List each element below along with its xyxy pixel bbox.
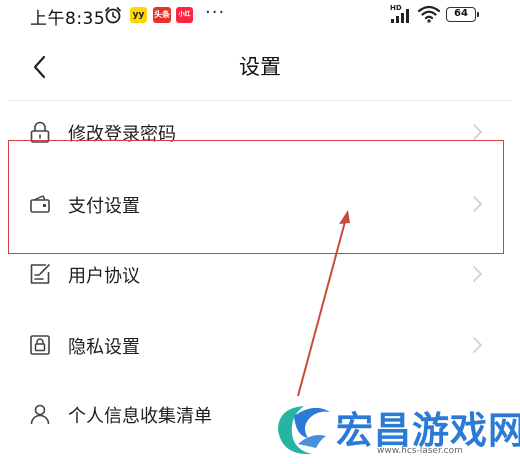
yy-app-icon: yy bbox=[130, 7, 147, 23]
alarm-clock-icon bbox=[105, 7, 121, 24]
watermark-logo-icon bbox=[278, 406, 330, 455]
setting-label: 隐私设置 bbox=[68, 337, 140, 358]
document-edit-icon bbox=[30, 264, 50, 284]
xiaohongshu-app-icon: 小红书 bbox=[176, 7, 193, 34]
status-time: 上午8:35 bbox=[30, 9, 106, 29]
person-icon bbox=[30, 404, 50, 425]
battery-icon: 64 bbox=[446, 7, 479, 22]
chevron-right-icon bbox=[473, 266, 482, 282]
setting-label: 用户协议 bbox=[68, 266, 140, 287]
watermark-url: www.hcs-laser.com bbox=[377, 446, 463, 456]
toutiao-app-icon: 头条 bbox=[153, 7, 171, 23]
page-title: 设置 bbox=[239, 55, 281, 79]
highlight-box bbox=[8, 140, 504, 254]
network-label: HD bbox=[390, 4, 402, 12]
status-bar: 上午8:35 yy 头条 小红书 ··· HD 64 bbox=[0, 0, 520, 34]
setting-item-privacy[interactable]: 隐私设置 bbox=[0, 320, 520, 370]
privacy-lock-icon bbox=[30, 335, 50, 355]
more-notifications-icon: ··· bbox=[205, 2, 226, 23]
setting-label: 个人信息收集清单 bbox=[68, 406, 212, 427]
chevron-right-icon bbox=[473, 124, 482, 140]
chevron-right-icon bbox=[473, 337, 482, 353]
wifi-icon bbox=[418, 5, 440, 23]
header-divider bbox=[8, 100, 512, 101]
signal-icon: HD bbox=[390, 4, 409, 23]
setting-item-user-agreement[interactable]: 用户协议 bbox=[0, 249, 520, 299]
